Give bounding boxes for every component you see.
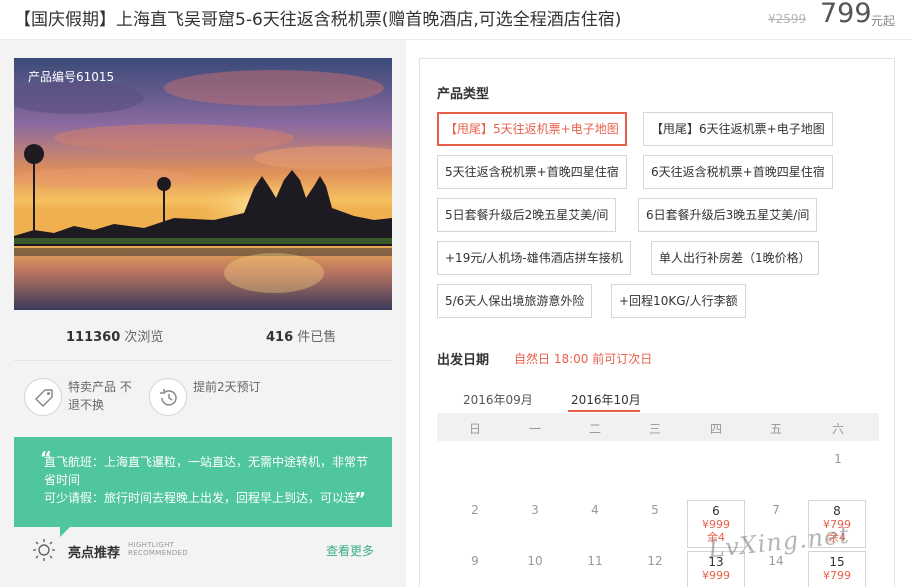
calendar-day: 3 — [531, 503, 539, 517]
weekday-sun: 日 — [468, 422, 481, 436]
option-single-supplement[interactable]: 单人出行补房差（1晚价格） — [651, 241, 819, 275]
highlight-line-1: 直飞航班：上海直飞暹粒，一站直达，无需中途转机，非常节省时间 — [44, 455, 369, 487]
left-column: 产品编号61015 111360 次浏览 416 件已售 特卖产品 不退不换 提… — [0, 40, 406, 587]
product-photo: 产品编号61015 — [14, 58, 392, 310]
price-suffix: 元起 — [871, 14, 896, 28]
departure-note: 自然日 18:00 前可订次日 — [514, 352, 653, 366]
feature-text: 特卖产品 不退不换 — [68, 380, 132, 412]
sold-stat: 416 件已售 — [266, 326, 336, 345]
calendar-day: 11 — [587, 554, 603, 568]
calendar-day: 7 — [772, 503, 780, 517]
calendar-day: 12 — [647, 554, 663, 568]
calendar-day: 9 — [471, 554, 479, 568]
month-tab-october[interactable]: 2016年10月 — [571, 391, 641, 408]
option-airport-pickup[interactable]: +19元/人机场-雄伟酒店拼车接机 — [437, 241, 631, 275]
product-code: 产品编号61015 — [28, 70, 115, 84]
highlights-header: 亮点推荐 HIGHTLIGHT RECOMMENDED 查看更多 — [28, 538, 388, 564]
option-6day-4star[interactable]: 6天往返含税机票+首晚四星住宿 — [643, 155, 833, 189]
day-number: 8 — [833, 504, 841, 518]
highlights-subtitle-2: RECOMMENDED — [128, 549, 188, 557]
highlights-title: 亮点推荐 — [68, 546, 121, 561]
weekday-wed: 三 — [648, 422, 661, 436]
highlights-subtitle-1: HIGHTLIGHT — [128, 541, 175, 549]
calendar-day: 4 — [591, 503, 599, 517]
calendar-day: 10 — [527, 554, 543, 568]
option-5day-upgrade[interactable]: 5日套餐升级后2晚五星艾美/间 — [437, 198, 617, 232]
highlight-summary-box: “ 直飞航班：上海直飞暹粒，一站直达，无需中途转机，非常节省时间 可少请假：旅行… — [14, 437, 392, 537]
weekday-thu: 四 — [709, 422, 722, 436]
highlight-line-2: 可少请假：旅行时间去程晚上出发，回程早上到达，可以连 — [44, 491, 357, 505]
active-month-indicator — [568, 410, 640, 412]
option-extra-luggage[interactable]: +回程10KG/人行李额 — [611, 284, 746, 318]
option-travel-insurance[interactable]: 5/6天人保出境旅游意外险 — [437, 284, 593, 318]
box-pointer — [60, 527, 70, 537]
booking-panel: 产品类型 【甩尾】5天往返机票+电子地图 【甩尾】6天往返机票+电子地图 5天往… — [419, 58, 895, 587]
option-5day-4star[interactable]: 5天往返含税机票+首晚四星住宿 — [437, 155, 627, 189]
tag-icon — [24, 378, 62, 416]
weekday-fri: 五 — [769, 422, 782, 436]
day-price: ¥999 — [702, 518, 730, 531]
calendar-day: 2 — [471, 503, 479, 517]
product-stats: 111360 次浏览 416 件已售 — [0, 326, 406, 348]
clock-history-icon — [149, 378, 187, 416]
angkor-wat-sunset-image — [14, 58, 392, 310]
quote-open-icon: “ — [40, 448, 52, 469]
month-tab-september[interactable]: 2016年09月 — [463, 391, 533, 408]
original-price: ¥2599 — [768, 12, 807, 26]
current-price: 799 — [820, 0, 872, 29]
option-tail-5day[interactable]: 【甩尾】5天往返机票+电子地图 — [437, 112, 627, 146]
weekday-sat: 六 — [831, 422, 844, 436]
weekday-header: 日 一 二 三 四 五 六 — [437, 413, 879, 441]
views-label: 次浏览 — [124, 330, 164, 345]
divider — [14, 360, 392, 361]
calendar-day: 5 — [651, 503, 659, 517]
departure-date-label: 出发日期 — [437, 353, 490, 368]
view-more-link[interactable]: 查看更多 — [326, 542, 374, 559]
option-tail-6day[interactable]: 【甩尾】6天往返机票+电子地图 — [643, 112, 833, 146]
title-bar: 【国庆假期】上海直飞吴哥窟5-6天往返含税机票(赠首晚酒店,可选全程酒店住宿) … — [0, 0, 912, 40]
day-number: 6 — [712, 504, 720, 518]
option-6day-upgrade[interactable]: 6日套餐升级后3晚五星艾美/间 — [638, 198, 818, 232]
sun-icon — [33, 539, 55, 561]
calendar-day: 1 — [834, 452, 842, 466]
day-price: ¥799 — [823, 569, 851, 582]
views-stat: 111360 次浏览 — [66, 326, 163, 345]
feature-text: 提前2天预订 — [193, 380, 261, 394]
calendar-day-available[interactable]: 15 ¥799 — [808, 551, 866, 587]
views-count: 111360 — [66, 330, 121, 345]
weekday-tue: 二 — [588, 422, 601, 436]
day-price: ¥999 — [702, 569, 730, 582]
sold-count: 416 — [266, 330, 294, 345]
product-type-label: 产品类型 — [437, 87, 490, 102]
page-title: 【国庆假期】上海直飞吴哥窟5-6天往返含税机票(赠首晚酒店,可选全程酒店住宿) — [14, 10, 622, 30]
day-number: 15 — [829, 555, 845, 569]
highlights-subtitle: HIGHTLIGHT RECOMMENDED — [128, 541, 188, 557]
weekday-mon: 一 — [528, 422, 541, 436]
quote-close-icon: ” — [354, 489, 366, 510]
sold-label: 件已售 — [297, 330, 337, 345]
